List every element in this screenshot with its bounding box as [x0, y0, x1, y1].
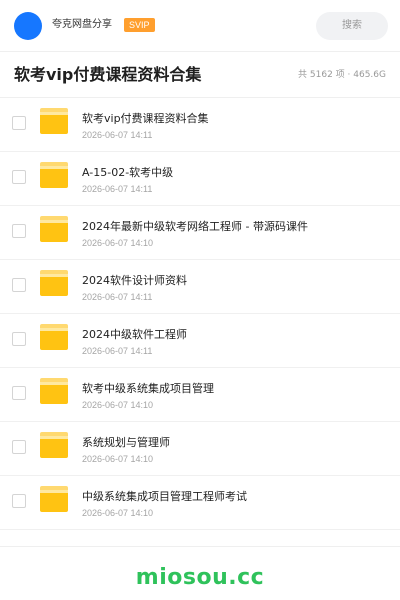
- folder-icon: [40, 108, 68, 134]
- avatar[interactable]: [14, 12, 42, 40]
- list-item[interactable]: 2024软件设计师资料 2026-06-07 14:11: [0, 260, 400, 314]
- item-name[interactable]: 2024年最新中级软考网络工程师 - 带源码课件: [82, 220, 382, 234]
- list-item[interactable]: A-15-02-软考中级 2026-06-07 14:11: [0, 152, 400, 206]
- item-name[interactable]: 系统规划与管理师: [82, 436, 382, 450]
- item-date: 2026-06-07 14:11: [82, 346, 153, 356]
- watermark-text: miosou.cc: [135, 565, 265, 590]
- item-date: 2026-06-07 14:11: [82, 184, 153, 194]
- select-checkbox[interactable]: [12, 116, 26, 130]
- item-name[interactable]: A-15-02-软考中级: [82, 166, 382, 180]
- top-bar: 夸克网盘分享 SVIP 搜索: [0, 0, 400, 52]
- item-name[interactable]: 软考中级系统集成项目管理: [82, 382, 382, 396]
- item-name[interactable]: 2024中级软件工程师: [82, 328, 382, 342]
- item-date: 2026-06-07 14:10: [82, 400, 154, 410]
- list-item[interactable]: 2024中级软件工程师 2026-06-07 14:11: [0, 314, 400, 368]
- select-checkbox[interactable]: [12, 170, 26, 184]
- item-date: 2026-06-07 14:11: [82, 130, 153, 140]
- item-date: 2026-06-07 14:10: [82, 454, 154, 464]
- search-button[interactable]: 搜索: [316, 12, 388, 40]
- share-page: 夸克网盘分享 SVIP 搜索 软考vip付费课程资料合集 共 5162 项 · …: [0, 0, 400, 600]
- item-date: 2026-06-07 14:10: [82, 238, 154, 248]
- folder-icon: [40, 162, 68, 188]
- item-date: 2026-06-07 14:11: [82, 292, 153, 302]
- select-checkbox[interactable]: [12, 224, 26, 238]
- folder-icon: [40, 270, 68, 296]
- list-item[interactable]: 软考vip付费课程资料合集 2026-06-07 14:11: [0, 98, 400, 152]
- footer-divider: [0, 546, 400, 547]
- list-item[interactable]: 2024年最新中级软考网络工程师 - 带源码课件 2026-06-07 14:1…: [0, 206, 400, 260]
- folder-icon: [40, 324, 68, 350]
- folder-icon: [40, 378, 68, 404]
- folder-icon: [40, 486, 68, 512]
- item-name[interactable]: 中级系统集成项目管理工程师考试: [82, 490, 382, 504]
- folder-header: 软考vip付费课程资料合集 共 5162 项 · 465.6G: [0, 52, 400, 98]
- svip-badge: SVIP: [124, 18, 155, 32]
- list-item[interactable]: 系统规划与管理师 2026-06-07 14:10: [0, 422, 400, 476]
- select-checkbox[interactable]: [12, 278, 26, 292]
- file-list: 软考vip付费课程资料合集 2026-06-07 14:11 A-15-02-软…: [0, 98, 400, 530]
- list-item[interactable]: 中级系统集成项目管理工程师考试 2026-06-07 14:10: [0, 476, 400, 530]
- list-item[interactable]: 软考中级系统集成项目管理 2026-06-07 14:10: [0, 368, 400, 422]
- select-checkbox[interactable]: [12, 332, 26, 346]
- folder-summary: 共 5162 项 · 465.6G: [298, 70, 386, 80]
- item-date: 2026-06-07 14:10: [82, 508, 154, 518]
- select-checkbox[interactable]: [12, 440, 26, 454]
- select-checkbox[interactable]: [12, 386, 26, 400]
- folder-icon: [40, 432, 68, 458]
- item-name[interactable]: 2024软件设计师资料: [82, 274, 382, 288]
- brand-name: 夸克网盘分享: [52, 19, 112, 30]
- page-title: 软考vip付费课程资料合集: [14, 65, 202, 84]
- item-name[interactable]: 软考vip付费课程资料合集: [82, 112, 382, 126]
- folder-icon: [40, 216, 68, 242]
- select-checkbox[interactable]: [12, 494, 26, 508]
